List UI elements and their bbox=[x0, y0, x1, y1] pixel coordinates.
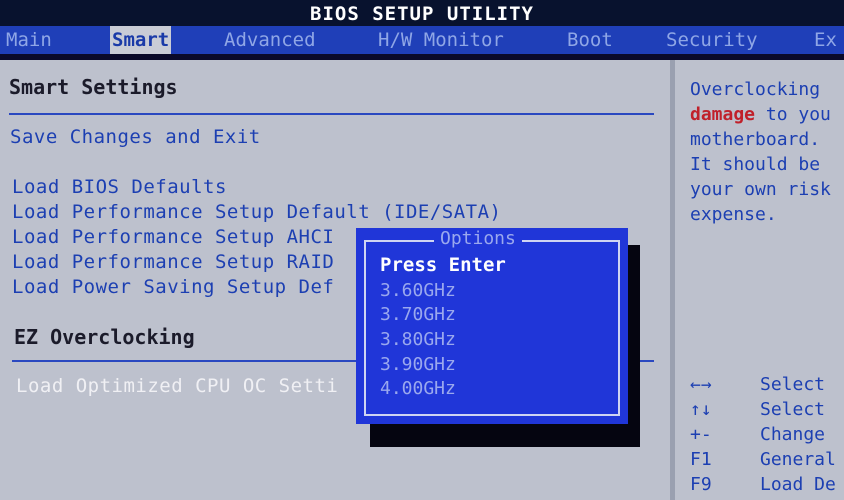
help-line-1: Overclocking bbox=[690, 79, 821, 100]
options-popup: Options Press Enter 3.60GHz 3.70GHz 3.80… bbox=[356, 228, 628, 424]
tab-smart[interactable]: Smart bbox=[110, 26, 172, 54]
save-changes-and-exit[interactable]: Save Changes and Exit bbox=[10, 126, 261, 148]
help-line-4: It should be bbox=[690, 154, 821, 175]
load-performance-ide-sata[interactable]: Load Performance Setup Default (IDE/SATA… bbox=[12, 201, 502, 223]
key-desc-select-item: Select bbox=[760, 399, 826, 420]
help-line-2: damage to you bbox=[690, 104, 831, 125]
load-performance-raid[interactable]: Load Performance Setup RAID bbox=[12, 251, 334, 273]
tab-hw-monitor[interactable]: H/W Monitor bbox=[378, 26, 504, 54]
load-power-saving[interactable]: Load Power Saving Setup Def bbox=[12, 276, 334, 298]
help-line-6: expense. bbox=[690, 204, 777, 225]
popup-option-3-80ghz[interactable]: 3.80GHz bbox=[380, 329, 456, 350]
load-performance-ahci[interactable]: Load Performance Setup AHCI bbox=[12, 226, 334, 248]
key-desc-load-defaults: Load De bbox=[760, 474, 836, 495]
key-f9: F9 bbox=[690, 474, 712, 495]
section-title-ez-overclocking: EZ Overclocking bbox=[14, 325, 195, 349]
key-desc-select-screen: Select bbox=[760, 374, 826, 395]
help-line-3: motherboard. bbox=[690, 129, 821, 150]
popup-option-3-60ghz[interactable]: 3.60GHz bbox=[380, 280, 456, 301]
tab-exit[interactable]: Ex bbox=[814, 26, 837, 54]
tab-security[interactable]: Security bbox=[666, 26, 758, 54]
key-up-down: ↑↓ bbox=[690, 399, 712, 420]
load-optimized-cpu-oc[interactable]: Load Optimized CPU OC Setti bbox=[16, 375, 338, 397]
popup-option-press-enter[interactable]: Press Enter bbox=[380, 254, 506, 276]
key-f1: F1 bbox=[690, 449, 712, 470]
tab-main[interactable]: Main bbox=[6, 26, 52, 54]
popup-title: Options bbox=[434, 228, 522, 249]
section-title-smart-settings: Smart Settings bbox=[9, 75, 178, 99]
tab-bar: Main Smart Advanced H/W Monitor Boot Sec… bbox=[0, 26, 844, 54]
tab-advanced[interactable]: Advanced bbox=[224, 26, 316, 54]
popup-option-4-00ghz[interactable]: 4.00GHz bbox=[380, 378, 456, 399]
help-line-5: your own risk bbox=[690, 179, 831, 200]
key-plus-minus: +- bbox=[690, 424, 712, 445]
help-warning: damage bbox=[690, 104, 756, 125]
help-line-2-rest: to you bbox=[755, 104, 831, 125]
popup-option-3-90ghz[interactable]: 3.90GHz bbox=[380, 354, 456, 375]
key-desc-general-help: General bbox=[760, 449, 836, 470]
popup-option-3-70ghz[interactable]: 3.70GHz bbox=[380, 304, 456, 325]
load-bios-defaults[interactable]: Load BIOS Defaults bbox=[12, 176, 227, 198]
key-left-right: ←→ bbox=[690, 374, 712, 395]
bios-title: BIOS SETUP UTILITY bbox=[0, 0, 844, 26]
section-divider bbox=[9, 113, 654, 115]
tab-boot[interactable]: Boot bbox=[567, 26, 613, 54]
key-desc-change: Change bbox=[760, 424, 826, 445]
